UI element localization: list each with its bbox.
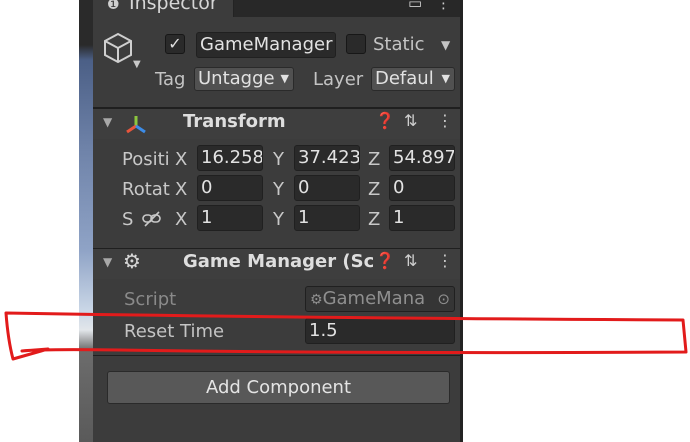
tag-value: Untagge [198,68,275,89]
position-y-axis-label[interactable]: Y [273,149,284,170]
rotation-z-field[interactable]: 0 [389,175,455,201]
link-icon[interactable] [142,211,162,227]
static-checkbox[interactable] [346,34,366,54]
kebab-menu-icon[interactable]: ⋮ [436,0,451,12]
scale-y-field[interactable]: 1 [294,205,360,231]
scale-label: S [122,209,134,230]
scale-x-axis-label[interactable]: X [175,209,187,230]
rotation-label: Rotati [122,179,170,200]
scale-x-field[interactable]: 1 [197,205,263,231]
rotation-x-field[interactable]: 0 [197,175,263,201]
foldout-arrow-icon[interactable]: ▼ [103,115,112,129]
game-manager-title: Game Manager (Scr [183,251,373,272]
transform-gizmo-icon [126,116,146,134]
position-label: Positi [122,149,170,170]
maximize-icon[interactable]: ▭ [408,0,422,12]
position-z-field[interactable]: 54.897 [389,145,455,171]
reset-time-label: Reset Time [124,321,225,342]
position-z-axis-label[interactable]: Z [368,149,380,170]
static-label: Static [373,34,425,55]
layer-label: Layer [313,69,364,90]
inspector-tab-title: Inspector [129,0,218,14]
reset-time-field[interactable]: 1.5 [305,318,455,344]
inspector-tab-bar: ❶ Inspector ▭ ⋮ [93,0,460,17]
gear-icon: ⚙ [310,292,323,308]
rotation-z-axis-label[interactable]: Z [368,179,380,200]
rotation-x-axis-label[interactable]: X [175,179,187,200]
gameobject-name-field[interactable]: GameManager [196,32,336,58]
active-checkbox[interactable]: ✓ [165,34,185,54]
inspector-panel: ❶ Inspector ▭ ⋮ ▼ ✓ GameManager Static ▼… [93,0,460,442]
layer-dropdown[interactable]: Defaul ▼ [371,67,455,91]
object-picker-icon[interactable]: ⊙ [437,287,450,311]
inspector-tab[interactable]: ❶ Inspector [93,0,234,17]
rotation-y-field[interactable]: 0 [294,175,360,201]
transform-title: Transform [183,111,286,132]
scale-z-field[interactable]: 1 [389,205,455,231]
script-label: Script [124,289,177,310]
tag-label: Tag [155,69,186,90]
preset-icon[interactable]: ⇅ [404,251,417,270]
script-field: ⚙GameMana ⊙ [305,286,455,312]
script-value: GameMana [322,288,426,309]
add-component-button[interactable]: Add Component [107,371,450,404]
gameobject-header: ▼ ✓ GameManager Static ▼ Tag Untagge ▼ L… [93,17,460,108]
pane-border [460,0,463,442]
gear-icon: ⚙ [123,249,141,273]
transform-header[interactable]: ▼ Transform ❓ ⇅ ⋮ [93,108,460,139]
chevron-down-icon: ▼ [441,72,450,85]
position-x-field[interactable]: 16.258 [197,145,263,171]
cube-icon[interactable] [103,32,133,64]
components-divider [93,355,460,356]
scale-y-axis-label[interactable]: Y [273,209,284,230]
chevron-down-icon: ▼ [280,72,289,85]
help-icon[interactable]: ❓ [375,251,395,270]
foldout-arrow-icon[interactable]: ▼ [103,255,112,269]
position-x-axis-label[interactable]: X [175,149,187,170]
layer-value: Defaul [375,68,434,89]
tag-dropdown[interactable]: Untagge ▼ [194,67,294,91]
help-icon[interactable]: ❓ [375,111,395,130]
game-manager-header[interactable]: ▼ ⚙ Game Manager (Scr ❓ ⇅ ⋮ [93,248,460,279]
position-y-field[interactable]: 37.423 [294,145,360,171]
icon-dropdown-arrow-icon[interactable]: ▼ [133,59,141,70]
preset-icon[interactable]: ⇅ [404,111,417,130]
kebab-menu-icon[interactable]: ⋮ [437,251,453,270]
info-icon: ❶ [107,0,120,13]
scale-z-axis-label[interactable]: Z [368,209,380,230]
static-dropdown-arrow-icon[interactable]: ▼ [441,38,450,52]
kebab-menu-icon[interactable]: ⋮ [437,111,453,130]
rotation-y-axis-label[interactable]: Y [273,179,284,200]
scene-view-strip [79,0,93,442]
